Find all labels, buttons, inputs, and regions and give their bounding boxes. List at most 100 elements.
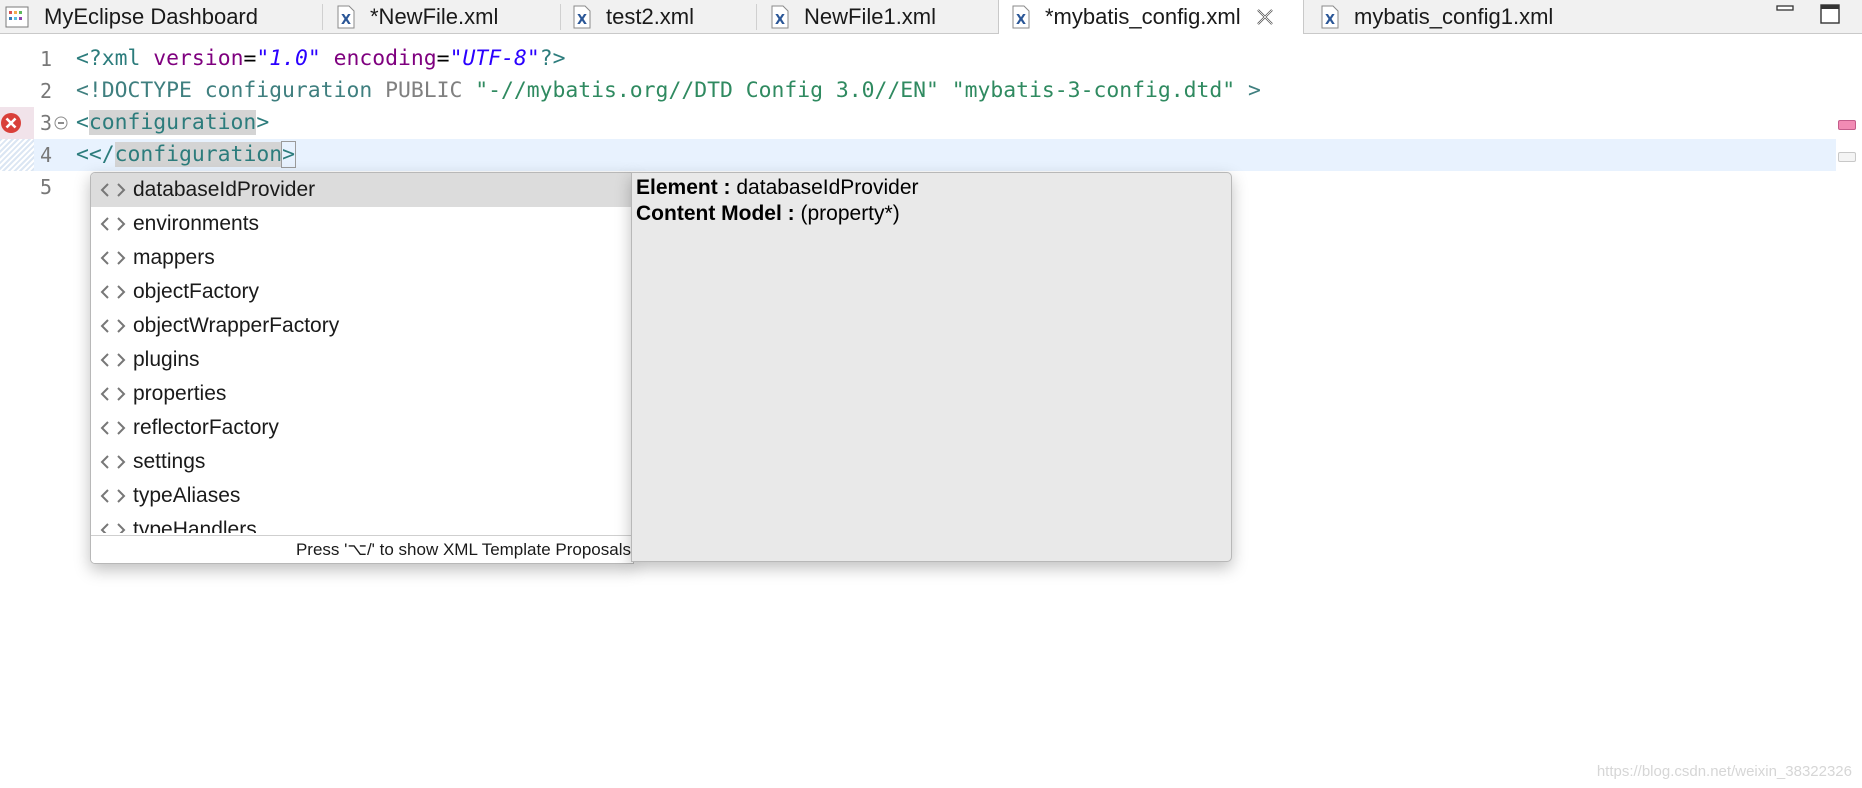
svg-text:X: X: [1325, 13, 1335, 28]
token: "-//mybatis.org//DTD Config 3.0//EN": [475, 78, 939, 103]
assist-status-text: Press '⌥/' to show XML Template Proposal…: [91, 535, 633, 563]
xml-element-icon: [100, 455, 126, 469]
element-value: databaseIdProvider: [736, 176, 919, 199]
proposal-label: objectFactory: [133, 280, 260, 303]
watermark: https://blog.csdn.net/weixin_38322326: [1596, 763, 1852, 780]
token: >: [1248, 78, 1261, 103]
element-info-row: Element : databaseIdProvider: [636, 175, 1227, 201]
xml-element-icon: [100, 183, 126, 197]
tab-label: NewFile1.xml: [804, 3, 937, 29]
proposal-item[interactable]: objectWrapperFactory: [91, 309, 633, 343]
token: >: [256, 110, 270, 135]
xml-element-icon: [100, 353, 126, 367]
tab-label: *NewFile.xml: [370, 3, 499, 29]
proposal-list[interactable]: databaseIdProvider environments mappers obj…: [91, 173, 633, 533]
code-line-1[interactable]: 1 <?xml version="1.0" encoding="UTF-8"?>: [0, 43, 1862, 75]
proposal-item[interactable]: settings: [91, 445, 633, 479]
token: xml: [101, 46, 141, 71]
proposal-label: objectWrapperFactory: [133, 314, 340, 337]
xml-element-icon: [100, 217, 126, 231]
xml-element-icon: [100, 387, 126, 401]
token: "UTF-8": [449, 46, 540, 71]
proposal-label: mappers: [133, 246, 215, 269]
line-number: 1: [39, 47, 52, 71]
proposal-label: environments: [133, 212, 260, 235]
close-icon[interactable]: [1255, 7, 1275, 27]
xml-element-icon: [100, 523, 126, 533]
code-line-2[interactable]: 2 <!DOCTYPE configuration PUBLIC "-//myb…: [0, 75, 1862, 107]
line-content: <configuration>: [76, 107, 269, 139]
token: <: [76, 110, 89, 135]
line-number: 2: [39, 79, 52, 103]
tab-label: mybatis_config1.xml: [1354, 3, 1554, 29]
xml-element-icon: [100, 319, 126, 333]
xml-file-icon: X: [1321, 5, 1339, 28]
proposal-item[interactable]: objectFactory: [91, 275, 633, 309]
proposal-label: reflectorFactory: [133, 416, 279, 439]
proposal-label: typeHandlers: [133, 518, 257, 533]
line-content: <?xml version="1.0" encoding="UTF-8"?>: [76, 43, 565, 75]
code-line-4[interactable]: 4 <</configuration>: [0, 139, 1836, 171]
maximize-icon[interactable]: [1818, 2, 1842, 26]
proposal-item[interactable]: mappers: [91, 241, 633, 275]
code-line-3[interactable]: 3 <configuration>: [0, 107, 1862, 139]
xml-file-icon: X: [771, 5, 789, 28]
token: </: [88, 142, 115, 167]
line-content: <</configuration>: [76, 139, 296, 171]
svg-text:X: X: [775, 13, 785, 28]
overview-marker[interactable]: [1838, 152, 1856, 162]
content-model-label: Content Model :: [636, 202, 795, 225]
tab-label: test2.xml: [606, 3, 695, 29]
proposal-item[interactable]: typeHandlers: [91, 513, 633, 533]
error-overview-marker[interactable]: [1838, 120, 1856, 130]
token: =: [436, 46, 450, 71]
tab-label: MyEclipse Dashboard: [44, 3, 258, 29]
xml-file-icon: X: [1012, 5, 1030, 29]
content-assist-popup: databaseIdProvider environments mappers obj…: [90, 172, 634, 564]
tab-newfile-xml[interactable]: X *NewFile.xml: [336, 0, 498, 33]
token: PUBLIC: [385, 78, 463, 103]
proposal-item[interactable]: environments: [91, 207, 633, 241]
element-label: Element :: [636, 176, 731, 199]
editor-tab-bar: MyEclipse Dashboard X *NewFile.xml X tes…: [0, 0, 1862, 34]
xml-element-icon: [100, 285, 126, 299]
tab-mybatis-config1-xml[interactable]: X mybatis_config1.xml: [1320, 0, 1553, 33]
collapse-icon[interactable]: [54, 116, 68, 130]
tab-separator: [322, 4, 323, 30]
xml-file-icon: X: [337, 5, 355, 28]
line-number: 4: [39, 143, 52, 167]
token: =: [243, 46, 257, 71]
tab-test2-xml[interactable]: X test2.xml: [572, 0, 694, 33]
tab-separator: [560, 4, 561, 30]
svg-text:X: X: [577, 13, 587, 28]
proposal-item[interactable]: reflectorFactory: [91, 411, 633, 445]
xml-file-icon: X: [573, 5, 591, 28]
token: configuration: [88, 110, 257, 135]
proposal-item[interactable]: databaseIdProvider: [91, 173, 633, 207]
svg-text:X: X: [1016, 13, 1026, 28]
xml-element-icon: [100, 251, 126, 265]
tab-newfile1-xml[interactable]: X NewFile1.xml: [770, 0, 936, 33]
proposal-item[interactable]: properties: [91, 377, 633, 411]
token: <!DOCTYPE configuration: [76, 78, 373, 103]
line-number: 3: [39, 111, 52, 135]
xml-element-icon: [100, 489, 126, 503]
proposal-label: properties: [133, 382, 227, 405]
proposal-label: settings: [133, 450, 206, 473]
content-model-row: Content Model : (property*): [636, 201, 1227, 227]
svg-text:X: X: [341, 13, 351, 28]
token: ?>: [539, 46, 566, 71]
token: <: [76, 142, 89, 167]
tab-mybatis-config-xml[interactable]: X *mybatis_config.xml: [998, 0, 1304, 34]
proposal-item[interactable]: typeAliases: [91, 479, 633, 513]
tab-myeclipse-dashboard[interactable]: MyEclipse Dashboard: [4, 0, 258, 33]
minimize-icon[interactable]: [1774, 2, 1796, 24]
proposal-label: typeAliases: [133, 484, 241, 507]
proposal-info-panel: Element : databaseIdProvider Content Mod…: [631, 172, 1232, 562]
tab-separator: [756, 4, 757, 30]
token: version: [153, 46, 244, 71]
token: <?: [76, 46, 102, 71]
tab-label: *mybatis_config.xml: [1045, 4, 1241, 29]
proposal-item[interactable]: plugins: [91, 343, 633, 377]
proposal-label: plugins: [133, 348, 200, 371]
